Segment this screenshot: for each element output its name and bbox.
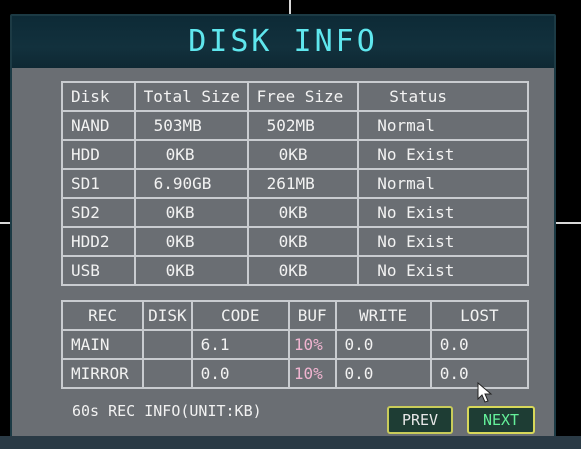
status: No Exist xyxy=(357,255,529,286)
col-lost: LOST xyxy=(429,300,530,331)
rec-buf: 10% xyxy=(287,358,337,389)
rec-lost: 0.0 xyxy=(429,329,530,360)
rec-name: MIRROR xyxy=(60,358,145,389)
status: No Exist xyxy=(357,139,529,170)
status: Normal xyxy=(357,168,529,199)
rec-name: MAIN xyxy=(60,329,145,360)
col-status: Status xyxy=(357,81,529,112)
total-size: 0KB xyxy=(133,226,249,257)
free-size: 0KB xyxy=(246,197,360,228)
dialog-title: DISK INFO xyxy=(188,24,378,59)
rec-disk xyxy=(142,329,193,360)
table-row: SD2 0KB 0KB No Exist xyxy=(61,197,529,228)
disk-info-dialog: DISK INFO Disk Total Size Free Size Stat… xyxy=(10,14,556,443)
disk-name: HDD xyxy=(61,139,136,170)
free-size: 0KB xyxy=(246,255,360,286)
rec-code: 0.0 xyxy=(190,358,290,389)
rec-code: 6.1 xyxy=(190,329,290,360)
total-size: 0KB xyxy=(133,197,249,228)
col-rec: REC xyxy=(60,300,145,331)
col-total-size: Total Size xyxy=(133,81,249,112)
table-row: NAND 503MB 502MB Normal xyxy=(61,110,529,141)
disk-name: SD2 xyxy=(61,197,136,228)
free-size: 0KB xyxy=(246,139,360,170)
total-size: 6.90GB xyxy=(133,168,249,199)
crosshair-horizontal-right xyxy=(554,222,581,224)
rec-info-footnote: 60s REC INFO(UNIT:KB) xyxy=(72,402,262,420)
col-free-size: Free Size xyxy=(246,81,360,112)
free-size: 502MB xyxy=(246,110,360,141)
table-row: MIRROR 0.0 10% 0.0 0.0 xyxy=(60,358,530,389)
disk-table: Disk Total Size Free Size Status NAND 50… xyxy=(61,81,529,286)
rec-write: 0.0 xyxy=(334,358,432,389)
col-buf: BUF xyxy=(287,300,337,331)
free-size: 261MB xyxy=(246,168,360,199)
crosshair-vertical-top xyxy=(289,0,291,14)
free-size: 0KB xyxy=(246,226,360,257)
disk-name: HDD2 xyxy=(61,226,136,257)
status: Normal xyxy=(357,110,529,141)
rec-write: 0.0 xyxy=(334,329,432,360)
disk-name: USB xyxy=(61,255,136,286)
table-row: USB 0KB 0KB No Exist xyxy=(61,255,529,286)
table-row: HDD2 0KB 0KB No Exist xyxy=(61,226,529,257)
disk-name: SD1 xyxy=(61,168,136,199)
bottom-strip xyxy=(0,436,581,449)
table-row: SD1 6.90GB 261MB Normal xyxy=(61,168,529,199)
status: No Exist xyxy=(357,197,529,228)
mouse-pointer-icon xyxy=(477,382,493,403)
total-size: 0KB xyxy=(133,139,249,170)
col-write: WRITE xyxy=(334,300,432,331)
col-disk: Disk xyxy=(61,81,136,112)
rec-disk xyxy=(142,358,193,389)
title-bar: DISK INFO xyxy=(12,16,554,68)
rec-table-header: REC DISK CODE BUF WRITE LOST xyxy=(60,300,530,331)
disk-name: NAND xyxy=(61,110,136,141)
crosshair-horizontal-left xyxy=(0,222,10,224)
next-button[interactable]: NEXT xyxy=(467,406,535,434)
prev-button[interactable]: PREV xyxy=(387,406,453,434)
rec-buf: 10% xyxy=(287,329,337,360)
total-size: 503MB xyxy=(133,110,249,141)
col-code: CODE xyxy=(190,300,290,331)
rec-table: REC DISK CODE BUF WRITE LOST MAIN 6.1 10… xyxy=(60,300,530,389)
table-row: MAIN 6.1 10% 0.0 0.0 xyxy=(60,329,530,360)
total-size: 0KB xyxy=(133,255,249,286)
table-row: HDD 0KB 0KB No Exist xyxy=(61,139,529,170)
col-disk: DISK xyxy=(142,300,193,331)
disk-table-header: Disk Total Size Free Size Status xyxy=(61,81,529,112)
status: No Exist xyxy=(357,226,529,257)
